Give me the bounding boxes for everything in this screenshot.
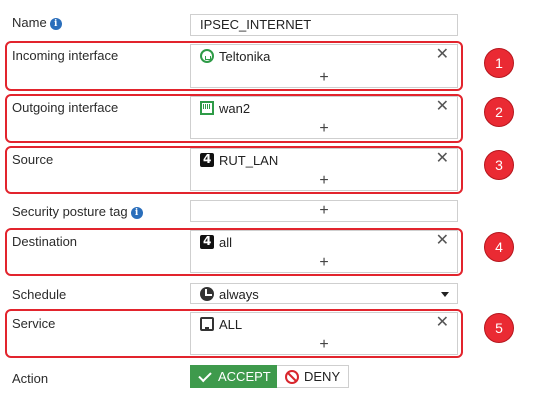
security-posture-tag-label: Security posture tag i: [12, 204, 143, 219]
schedule-label: Schedule: [12, 287, 67, 302]
annotation-badge-4: 4: [484, 232, 514, 262]
outgoing-interface-entry: wan2: [200, 100, 250, 116]
source-entry: RUT_LAN: [200, 152, 278, 168]
source-label: Source: [12, 152, 54, 167]
info-icon[interactable]: i: [130, 207, 143, 219]
deny-icon: [285, 369, 299, 384]
address-icon: [200, 152, 214, 167]
name-input[interactable]: IPSEC_INTERNET: [190, 14, 458, 36]
remove-entry-icon[interactable]: ✕: [436, 45, 449, 65]
add-icon[interactable]: +: [191, 70, 457, 86]
address-icon: [200, 234, 214, 249]
annotation-badge-3: 3: [484, 150, 514, 180]
service-icon: [200, 317, 214, 331]
name-label: Name i: [12, 15, 62, 30]
outgoing-interface-field[interactable]: wan2 ✕ +: [190, 96, 458, 139]
annotation-badge-1: 1: [484, 48, 514, 78]
schedule-select[interactable]: always: [190, 283, 458, 304]
outgoing-interface-label: Outgoing interface: [12, 100, 119, 115]
port-icon: [200, 101, 214, 115]
add-icon[interactable]: +: [191, 121, 457, 137]
check-icon: [198, 368, 212, 382]
name-value: IPSEC_INTERNET: [200, 17, 312, 32]
destination-field[interactable]: all ✕ +: [190, 230, 458, 273]
accept-button[interactable]: ACCEPT: [190, 365, 277, 388]
add-icon[interactable]: +: [191, 203, 457, 219]
add-icon[interactable]: +: [191, 173, 457, 189]
info-icon[interactable]: i: [49, 18, 62, 30]
remove-entry-icon[interactable]: ✕: [436, 97, 449, 117]
source-field[interactable]: RUT_LAN ✕ +: [190, 148, 458, 191]
add-icon[interactable]: +: [191, 255, 457, 271]
tunnel-icon: [200, 49, 214, 63]
security-posture-tag-field[interactable]: +: [190, 200, 458, 222]
remove-entry-icon[interactable]: ✕: [436, 231, 449, 251]
incoming-interface-label: Incoming interface: [12, 48, 119, 63]
action-label: Action: [12, 371, 49, 386]
schedule-entry: always: [200, 286, 259, 302]
destination-entry: all: [200, 234, 232, 250]
chevron-down-icon[interactable]: [441, 292, 449, 297]
add-icon[interactable]: +: [191, 337, 457, 353]
clock-icon: [200, 287, 214, 301]
incoming-interface-field[interactable]: Teltonika ✕ +: [190, 44, 458, 88]
incoming-interface-entry: Teltonika: [200, 48, 270, 64]
remove-entry-icon[interactable]: ✕: [436, 313, 449, 333]
service-field[interactable]: ALL ✕ +: [190, 312, 458, 355]
deny-button[interactable]: DENY: [277, 365, 349, 388]
service-entry: ALL: [200, 316, 242, 332]
service-label: Service: [12, 316, 56, 331]
destination-label: Destination: [12, 234, 78, 249]
annotation-badge-2: 2: [484, 97, 514, 127]
annotation-badge-5: 5: [484, 313, 514, 343]
remove-entry-icon[interactable]: ✕: [436, 149, 449, 169]
